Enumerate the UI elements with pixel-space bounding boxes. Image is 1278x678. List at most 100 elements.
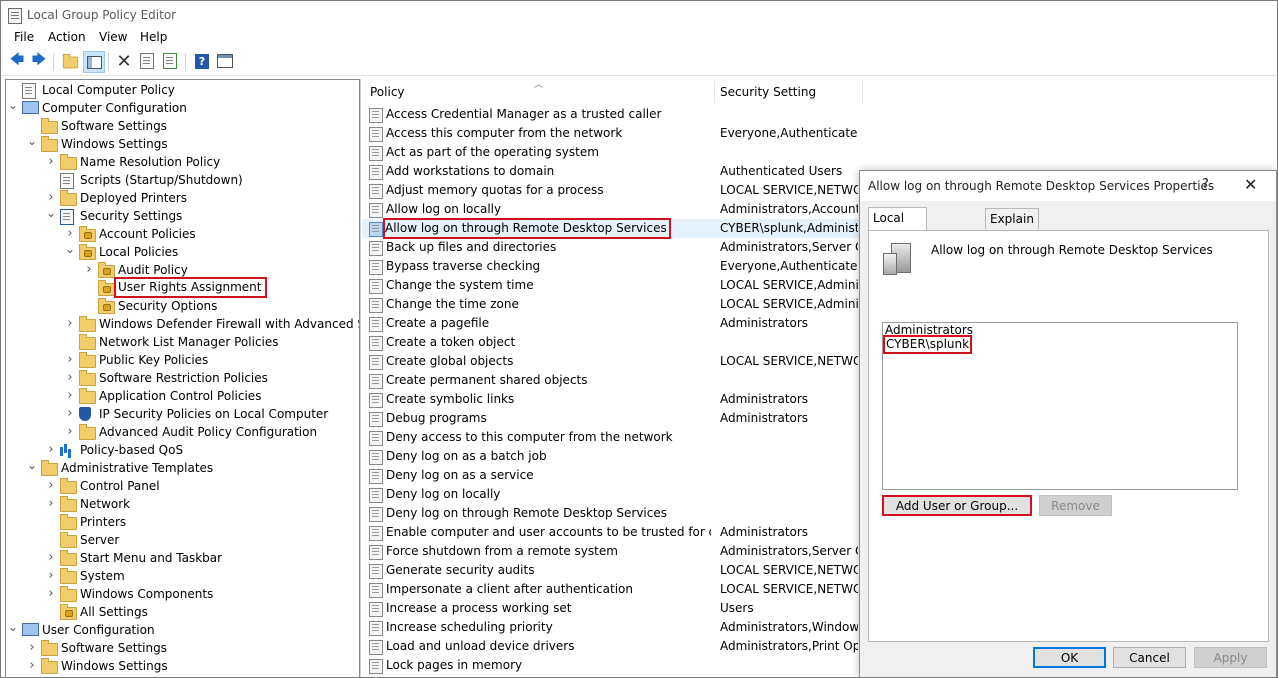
add-user-or-group-button[interactable]: Add User or Group... <box>882 495 1032 516</box>
tree-item[interactable]: ⌄ Computer Configuration <box>6 99 359 117</box>
policy-row[interactable]: Access this computer from the network Eve… <box>362 124 1277 143</box>
tree-item[interactable]: ⌄ Security Settings <box>6 207 359 225</box>
policy-name: Back up files and directories <box>386 240 557 254</box>
properties-icon[interactable] <box>138 52 156 70</box>
tree-item[interactable]: › System <box>6 567 359 585</box>
tree-item[interactable]: Printers <box>6 513 359 531</box>
members-listbox[interactable]: Administrators CYBER\splunk <box>882 322 1238 490</box>
tree-item[interactable]: › Start Menu and Taskbar <box>6 549 359 567</box>
expand-chevron-icon[interactable]: › <box>65 405 75 423</box>
member-item[interactable]: Administrators <box>885 323 973 338</box>
tree-item[interactable]: › Name Resolution Policy <box>6 153 359 171</box>
tree-item[interactable]: User Rights Assignment <box>6 277 359 298</box>
policy-icon <box>369 108 383 123</box>
apply-button[interactable]: Apply <box>1194 647 1267 668</box>
collapse-chevron-icon[interactable]: ⌄ <box>27 135 37 153</box>
expand-chevron-icon[interactable]: › <box>46 549 56 567</box>
expand-chevron-icon[interactable]: › <box>46 495 56 513</box>
tree-item[interactable]: Network List Manager Policies <box>6 333 359 351</box>
tree-item[interactable]: › Network <box>6 495 359 513</box>
tree-item[interactable]: ⌄ Administrative Templates <box>6 459 359 477</box>
tree-item[interactable]: › Application Control Policies <box>6 387 359 405</box>
expand-chevron-icon[interactable]: › <box>46 477 56 495</box>
tree-item[interactable]: ⌄ Windows Settings <box>6 135 359 153</box>
collapse-chevron-icon[interactable]: ⌄ <box>65 243 75 261</box>
tab-local-security-setting[interactable]: Local Security Setting <box>868 207 928 265</box>
expand-chevron-icon[interactable]: › <box>27 639 37 657</box>
tree-item[interactable]: › Policy-based QoS <box>6 441 359 459</box>
pane-divider[interactable] <box>360 79 361 677</box>
tree-item[interactable]: Security Options <box>6 297 359 315</box>
expand-chevron-icon[interactable]: › <box>65 315 75 333</box>
tree-item-label: Application Control Policies <box>99 389 262 403</box>
collapse-chevron-icon[interactable]: ⌄ <box>27 459 37 477</box>
expand-chevron-icon[interactable]: › <box>84 261 94 279</box>
tree-item[interactable]: › Windows Defender Firewall with Advanced… <box>6 315 359 333</box>
policy-row[interactable]: Access Credential Manager as a trusted c… <box>362 105 1277 124</box>
view-icon[interactable] <box>216 52 234 70</box>
toolbar: 🡄 🡆 ✕ ? <box>1 49 1277 76</box>
forward-arrow-icon[interactable]: 🡆 <box>30 52 48 70</box>
tree-item[interactable]: ⌄ Local Policies <box>6 243 359 261</box>
tree-item[interactable]: › Deployed Printers <box>6 189 359 207</box>
list-header: ︿ Policy Security Setting <box>362 79 1277 105</box>
policy-setting: Authenticated Users <box>720 164 843 178</box>
tree-item[interactable]: Local Computer Policy <box>6 81 359 99</box>
tree-item[interactable]: › Control Panel <box>6 477 359 495</box>
menu-action[interactable]: Action <box>48 30 86 44</box>
expand-chevron-icon[interactable]: › <box>65 423 75 441</box>
expand-chevron-icon[interactable]: › <box>46 189 56 207</box>
tree-item[interactable]: › Windows Components <box>6 585 359 603</box>
tree-item[interactable]: › Advanced Audit Policy Configuration <box>6 423 359 441</box>
policy-row[interactable]: Act as part of the operating system <box>362 143 1277 162</box>
up-folder-icon[interactable] <box>61 52 79 70</box>
tree-item[interactable]: › Audit Policy <box>6 261 359 279</box>
export-list-icon[interactable] <box>161 52 179 70</box>
tree-item[interactable]: › Software Settings <box>6 639 359 657</box>
help-icon[interactable]: ? <box>193 52 211 70</box>
remove-button[interactable]: Remove <box>1039 495 1112 516</box>
policy-name: Deny log on as a service <box>386 468 534 482</box>
delete-icon[interactable]: ✕ <box>115 51 133 72</box>
tree-item[interactable]: › Public Key Policies <box>6 351 359 369</box>
column-header-security-setting[interactable]: Security Setting <box>720 85 816 99</box>
expand-chevron-icon[interactable]: › <box>65 351 75 369</box>
tree-item[interactable]: Server <box>6 531 359 549</box>
collapse-chevron-icon[interactable]: ⌄ <box>46 207 56 225</box>
expand-chevron-icon[interactable]: › <box>65 369 75 387</box>
tree-item[interactable]: Software Settings <box>6 117 359 135</box>
expand-chevron-icon[interactable]: › <box>46 567 56 585</box>
tab-explain[interactable]: Explain <box>985 208 1039 229</box>
expand-chevron-icon[interactable]: › <box>46 153 56 171</box>
tree-item[interactable]: › Software Restriction Policies <box>6 369 359 387</box>
show-hide-tree-icon[interactable] <box>83 51 105 73</box>
dialog-close-icon[interactable]: ✕ <box>1244 175 1257 194</box>
back-arrow-icon[interactable]: 🡄 <box>8 52 26 70</box>
policy-setting: LOCAL SERVICE,NETWO... <box>720 563 858 577</box>
tree-item[interactable]: All Settings <box>6 603 359 621</box>
expand-chevron-icon[interactable]: › <box>65 387 75 405</box>
column-header-policy[interactable]: Policy <box>370 85 405 99</box>
expand-chevron-icon[interactable]: › <box>46 585 56 603</box>
tree-item[interactable]: ⌄ User Configuration <box>6 621 359 639</box>
tree-item[interactable]: Scripts (Startup/Shutdown) <box>6 171 359 189</box>
tree-item[interactable]: › Account Policies <box>6 225 359 243</box>
expand-chevron-icon[interactable]: › <box>27 657 37 675</box>
ok-button[interactable]: OK <box>1033 647 1106 668</box>
policy-icon <box>369 203 383 218</box>
menu-file[interactable]: File <box>14 30 34 44</box>
expand-chevron-icon[interactable]: › <box>65 225 75 243</box>
policy-name: Increase a process working set <box>386 601 572 615</box>
collapse-chevron-icon[interactable]: ⌄ <box>8 99 18 117</box>
menu-view[interactable]: View <box>99 30 127 44</box>
member-item-highlighted[interactable]: CYBER\splunk <box>882 335 973 354</box>
secured-folder-icon <box>98 262 115 278</box>
console-tree[interactable]: Local Computer Policy ⌄ Computer Configura… <box>5 79 360 677</box>
collapse-chevron-icon[interactable]: ⌄ <box>8 621 18 639</box>
tree-item[interactable]: › Windows Settings <box>6 657 359 675</box>
cancel-button[interactable]: Cancel <box>1113 647 1186 668</box>
expand-chevron-icon[interactable]: › <box>46 441 56 459</box>
menu-help[interactable]: Help <box>140 30 167 44</box>
dialog-help-icon[interactable]: ? <box>1202 177 1209 192</box>
tree-item[interactable]: › IP Security Policies on Local Computer <box>6 405 359 423</box>
